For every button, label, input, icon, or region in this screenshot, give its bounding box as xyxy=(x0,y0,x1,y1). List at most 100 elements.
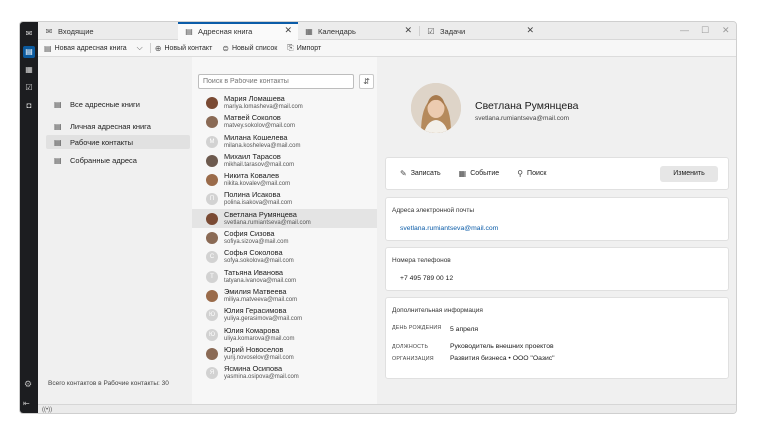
contact-name: Юрий Новоселов xyxy=(224,344,284,354)
avatar xyxy=(206,174,218,187)
book-label: Рабочие контакты xyxy=(70,137,133,147)
close-icon[interactable]: ✕ xyxy=(284,25,292,36)
contact-name: Татьяна Иванова xyxy=(224,267,284,277)
contact-row[interactable]: С Софья Соколова sofya.sokolova@mail.com xyxy=(192,247,377,266)
new-contact-label: Новый контакт xyxy=(164,44,213,52)
search-button[interactable]: ⚲ Поиск xyxy=(517,169,546,178)
contact-list-panel: ⇵ Мария Ломашеваmariya.lomasheva@mail.co… xyxy=(192,57,377,404)
contact-row[interactable]: София Сизова sofiya.sizova@mail.com xyxy=(192,228,377,247)
contact-name: Юлия Герасимова xyxy=(224,306,287,316)
contact-email: uliya.komarova@mail.com xyxy=(224,335,295,342)
contact-name: Полина Исакова xyxy=(224,190,281,200)
maximize-icon[interactable]: ☐ xyxy=(701,25,709,36)
mail-space-icon[interactable]: ✉ xyxy=(23,28,35,40)
contact-row[interactable]: Михаил Тарасов mikhail.tarasov@mail.com xyxy=(192,151,377,170)
write-button[interactable]: ✎ Записать xyxy=(400,169,441,178)
contact-row[interactable]: Эмилия Матвеева miliya.matveeva@mail.com xyxy=(192,286,377,305)
contact-email: polina.isakova@mail.com xyxy=(224,200,293,207)
contact-actions-card: ✎ Записать ▦ Событие ⚲ Поиск Изменить xyxy=(385,157,729,190)
sort-icon[interactable]: ⇵ xyxy=(359,74,374,89)
tasks-icon: ☑ xyxy=(427,26,435,36)
toolbar: ▤ Новая адресная книга ⌵ ⊕ Новый контакт… xyxy=(38,40,736,57)
phone-value[interactable]: +7 495 789 00 12 xyxy=(400,275,453,282)
toolbar-separator xyxy=(149,43,151,53)
contact-row[interactable]: Т Татьяна Иванова tatyana.ivanova@mail.com xyxy=(192,267,377,286)
import-button[interactable]: ⎘ Импорт xyxy=(287,43,321,53)
contact-email: nikita.kovalev@mail.com xyxy=(224,181,291,188)
book-all[interactable]: ▤ Все адресные книги xyxy=(46,97,190,111)
contact-row[interactable]: П Полина Исакова polina.isakova@mail.com xyxy=(192,189,377,208)
avatar xyxy=(206,212,218,225)
avatar xyxy=(206,289,218,302)
email-card: Адреса электронной почты svetlana.rumian… xyxy=(385,197,729,241)
tab-tasks[interactable]: ☑ Задачи ✕ xyxy=(420,22,540,40)
avatar: Ю xyxy=(206,309,218,322)
avatar xyxy=(411,83,461,133)
close-icon[interactable]: ✕ xyxy=(526,25,534,36)
contact-name: Эмилия Матвеева xyxy=(224,286,287,296)
search-input[interactable] xyxy=(198,74,354,89)
contact-row[interactable]: М Милана Кошелева milana.kosheleva@mail.co… xyxy=(192,132,377,151)
tab-label: Входящие xyxy=(58,26,94,36)
contact-name: Никита Ковалев xyxy=(224,171,280,181)
tasks-space-icon[interactable]: ☑ xyxy=(23,82,35,94)
contact-row[interactable]: Ю Юлия Герасимова yuliya.gerasimova@mail.c… xyxy=(192,305,377,324)
book-work-contacts[interactable]: ▤ Рабочие контакты xyxy=(46,135,190,149)
address-book-icon: ▤ xyxy=(185,26,193,36)
book-collected[interactable]: ▤ Собранные адреса xyxy=(46,153,190,167)
address-book-icon: ▤ xyxy=(54,155,62,165)
book-personal[interactable]: ▤ Личная адресная книга xyxy=(46,119,190,133)
edit-button[interactable]: Изменить xyxy=(660,166,718,182)
new-list-label: Новый список xyxy=(231,44,278,52)
contact-name: Светлана Румянцева xyxy=(475,100,579,112)
spaces-toolbar: ✉ ▤ ▦ ☑ ◘ ⚙ ⇤ xyxy=(20,22,38,413)
tab-address-book[interactable]: ▤ Адресная книга ✕ xyxy=(178,22,298,40)
minimize-icon[interactable]: — xyxy=(680,25,689,35)
address-book-icon: ▤ xyxy=(54,137,62,147)
address-book-space-icon[interactable]: ▤ xyxy=(23,46,35,58)
contact-email: yuliya.gerasimova@mail.com xyxy=(224,316,303,323)
birthday-value: 5 апреля xyxy=(450,326,479,333)
close-icon[interactable]: ✕ xyxy=(404,25,412,36)
contact-email: yurij.novoselov@mail.com xyxy=(224,354,294,361)
new-book-dropdown[interactable]: ⌵ xyxy=(137,43,146,53)
chat-space-icon[interactable]: ◘ xyxy=(23,100,35,112)
add-contact-icon: ⊕ xyxy=(154,43,162,53)
calendar-space-icon[interactable]: ▦ xyxy=(23,64,35,76)
contact-header: Светлана Румянцева svetlana.rumiantseva@… xyxy=(385,69,729,147)
tab-calendar[interactable]: ▦ Календарь ✕ xyxy=(298,22,418,40)
contact-row[interactable]: Я Ясмина Осипова yasmina.osipova@mail.com xyxy=(192,363,377,382)
contact-row[interactable]: Мария Ломашева mariya.lomasheva@mail.com xyxy=(192,93,377,112)
contact-row[interactable]: Юрий Новоселов yurij.novoselov@mail.com xyxy=(192,344,377,363)
calendar-icon: ▦ xyxy=(305,26,313,36)
contact-email: yasmina.osipova@mail.com xyxy=(224,374,299,381)
contact-row[interactable]: Никита Ковалев nikita.kovalev@mail.com xyxy=(192,170,377,189)
contact-row[interactable]: Светлана Румянцева svetlana.rumiantseva@m… xyxy=(192,208,377,229)
contact-email: svetlana.rumiantseva@mail.com xyxy=(224,219,311,226)
collapse-icon[interactable]: ⇤ xyxy=(23,399,30,408)
position-value: Руководитель внешних проектов xyxy=(450,343,554,350)
new-contact-button[interactable]: ⊕ Новый контакт xyxy=(155,44,213,53)
contact-row[interactable]: Матвей Соколов matvey.sokolov@mail.com xyxy=(192,112,377,131)
settings-gear-icon[interactable]: ⚙ xyxy=(24,379,32,390)
contact-name: Юлия Комарова xyxy=(224,325,280,335)
close-window-icon[interactable]: ✕ xyxy=(722,25,730,36)
contact-row[interactable]: Ю Юлия Комарова uliya.komarova@mail.com xyxy=(192,325,377,344)
contact-email: sofiya.sizova@mail.com xyxy=(224,239,289,246)
address-book-icon: ▤ xyxy=(44,43,52,53)
list-icon: ⊜ xyxy=(222,43,229,53)
write-label: Записать xyxy=(410,170,441,177)
calendar-icon: ▦ xyxy=(458,169,467,178)
contact-name: Михаил Тарасов xyxy=(224,151,281,161)
contact-list: Мария Ломашева mariya.lomasheva@mail.com М… xyxy=(192,93,377,382)
search-icon: ⚲ xyxy=(517,169,524,178)
tab-inbox[interactable]: ✉ Входящие xyxy=(38,22,178,40)
new-list-button[interactable]: ⊜ Новый список xyxy=(222,44,277,53)
contact-email: sofya.sokolova@mail.com xyxy=(224,258,294,265)
email-link[interactable]: svetlana.rumiantseva@mail.com xyxy=(400,225,498,232)
tab-bar: ✉ Входящие ▤ Адресная книга ✕ ▦ Календар… xyxy=(38,22,736,40)
event-label: Событие xyxy=(470,170,500,177)
contact-email: matvey.sokolov@mail.com xyxy=(224,123,295,130)
new-address-book-button[interactable]: ▤ Новая адресная книга xyxy=(44,44,127,53)
event-button[interactable]: ▦ Событие xyxy=(459,169,500,178)
